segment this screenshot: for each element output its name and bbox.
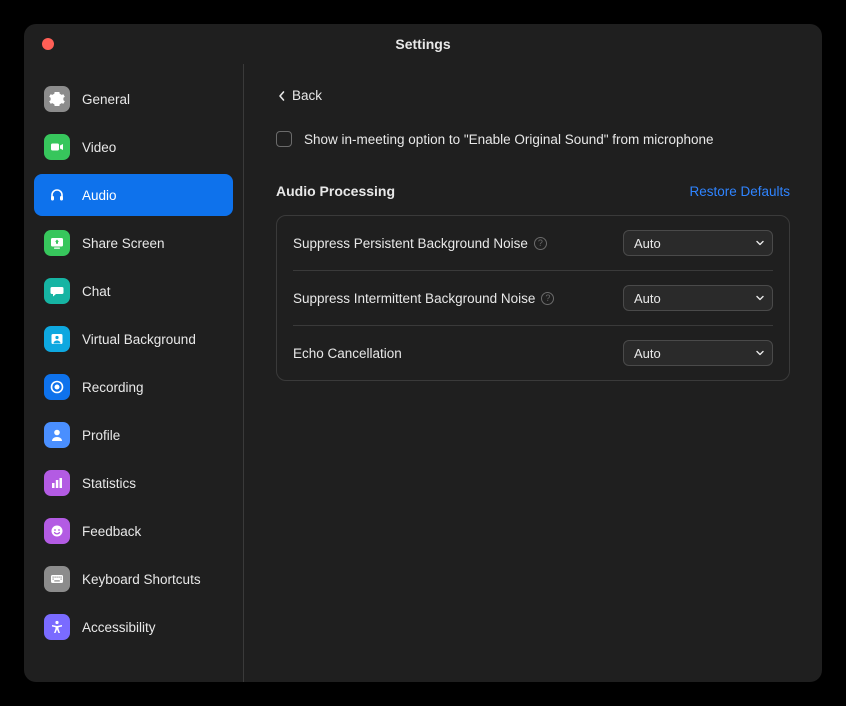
restore-defaults-link[interactable]: Restore Defaults	[689, 184, 790, 199]
statistics-icon	[44, 470, 70, 496]
sidebar-item-label: Virtual Background	[82, 332, 196, 347]
titlebar: Settings	[24, 24, 822, 64]
sidebar-item-keyboard-shortcuts[interactable]: Keyboard Shortcuts	[34, 558, 233, 600]
sidebar-item-audio[interactable]: Audio	[34, 174, 233, 216]
sidebar-item-label: Chat	[82, 284, 111, 299]
suppress-intermittent-noise-dropdown[interactable]: Auto	[623, 285, 773, 311]
echo-cancellation-row: Echo Cancellation Auto	[293, 326, 773, 380]
chevron-down-icon	[756, 349, 764, 357]
sidebar-item-label: Recording	[82, 380, 144, 395]
gear-icon	[44, 86, 70, 112]
checkbox[interactable]	[276, 131, 292, 147]
dropdown-value: Auto	[634, 236, 661, 251]
sidebar-item-label: Accessibility	[82, 620, 156, 635]
row-label: Suppress Persistent Background Noise	[293, 236, 528, 251]
dropdown-value: Auto	[634, 346, 661, 361]
virtual-background-icon	[44, 326, 70, 352]
accessibility-icon	[44, 614, 70, 640]
chat-icon	[44, 278, 70, 304]
sidebar-item-share-screen[interactable]: Share Screen	[34, 222, 233, 264]
sidebar-item-statistics[interactable]: Statistics	[34, 462, 233, 504]
sidebar-item-recording[interactable]: Recording	[34, 366, 233, 408]
sidebar-item-label: Statistics	[82, 476, 136, 491]
checkbox-label: Show in-meeting option to "Enable Origin…	[304, 132, 714, 147]
chevron-down-icon	[756, 239, 764, 247]
sidebar-item-chat[interactable]: Chat	[34, 270, 233, 312]
sidebar-item-label: Share Screen	[82, 236, 165, 251]
sidebar-item-label: Audio	[82, 188, 117, 203]
video-icon	[44, 134, 70, 160]
sidebar-item-accessibility[interactable]: Accessibility	[34, 606, 233, 648]
sidebar-item-label: General	[82, 92, 130, 107]
row-label: Echo Cancellation	[293, 346, 402, 361]
headphones-icon	[44, 182, 70, 208]
recording-icon	[44, 374, 70, 400]
sidebar-item-label: Video	[82, 140, 116, 155]
row-label: Suppress Intermittent Background Noise	[293, 291, 535, 306]
sidebar-item-label: Profile	[82, 428, 120, 443]
sidebar-item-label: Feedback	[82, 524, 141, 539]
sidebar-item-general[interactable]: General	[34, 78, 233, 120]
keyboard-icon	[44, 566, 70, 592]
section-title: Audio Processing	[276, 183, 395, 199]
audio-processing-panel: Suppress Persistent Background Noise ? A…	[276, 215, 790, 381]
back-label: Back	[292, 88, 322, 103]
info-icon[interactable]: ?	[541, 292, 554, 305]
sidebar-item-profile[interactable]: Profile	[34, 414, 233, 456]
chevron-left-icon	[276, 90, 288, 102]
share-screen-icon	[44, 230, 70, 256]
feedback-icon	[44, 518, 70, 544]
suppress-persistent-noise-dropdown[interactable]: Auto	[623, 230, 773, 256]
content-pane: Back Show in-meeting option to "Enable O…	[244, 64, 822, 682]
close-window-button[interactable]	[42, 38, 54, 50]
sidebar-item-feedback[interactable]: Feedback	[34, 510, 233, 552]
echo-cancellation-dropdown[interactable]: Auto	[623, 340, 773, 366]
suppress-persistent-noise-row: Suppress Persistent Background Noise ? A…	[293, 216, 773, 271]
sidebar: General Video Audio Share Screen	[24, 64, 244, 682]
sidebar-item-virtual-background[interactable]: Virtual Background	[34, 318, 233, 360]
info-icon[interactable]: ?	[534, 237, 547, 250]
window-title: Settings	[395, 36, 450, 52]
back-button[interactable]: Back	[276, 88, 322, 103]
profile-icon	[44, 422, 70, 448]
sidebar-item-video[interactable]: Video	[34, 126, 233, 168]
suppress-intermittent-noise-row: Suppress Intermittent Background Noise ?…	[293, 271, 773, 326]
sidebar-item-label: Keyboard Shortcuts	[82, 572, 201, 587]
settings-window: Settings General Video Audio	[24, 24, 822, 682]
dropdown-value: Auto	[634, 291, 661, 306]
chevron-down-icon	[756, 294, 764, 302]
enable-original-sound-checkbox-row[interactable]: Show in-meeting option to "Enable Origin…	[276, 131, 790, 147]
